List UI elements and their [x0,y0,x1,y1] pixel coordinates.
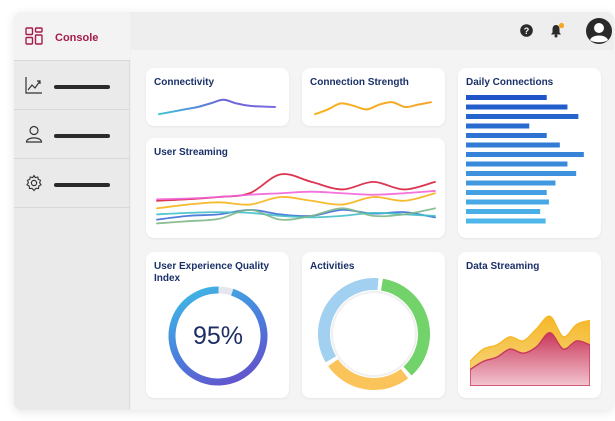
user-streaming-line-chart [156,173,436,225]
user-streaming-series-line [156,173,436,202]
daily-connections-bar [466,114,579,119]
sidebar-item-placeholder-bar [54,134,110,138]
dashboard-main: Connectivity Connection Strength Daily C… [131,50,614,410]
donut-inner-ring [331,291,417,377]
connectivity-series-line [158,98,276,116]
activities-donut-chart [318,278,430,390]
card-connectivity[interactable]: Connectivity [146,68,289,126]
card-title: User Experience Quality Index [154,261,270,284]
daily-connections-bar [466,161,568,167]
connection-strength-series-line [314,101,432,116]
card-title: Daily Connections [466,77,554,88]
daily-connections-bar [466,190,547,195]
daily-connections-bar [466,133,547,138]
card-title: Connectivity [154,77,215,88]
daily-connections-bar [466,180,556,186]
sidebar-item-settings[interactable] [14,159,130,208]
card-title: Data Streaming [466,261,540,272]
daily-connections-bar-chart [466,95,584,224]
card-data-streaming[interactable]: Data Streaming [458,252,601,398]
connection-strength-line-chart [314,101,432,116]
notification-bell-icon[interactable] [549,22,565,38]
daily-connections-bar [466,95,547,100]
connectivity-line-chart [158,98,276,116]
app-window: Console ? Connectivity Connection Streng… [14,12,614,410]
daily-connections-bar [466,171,577,176]
sidebar-item-placeholder-bar [54,85,110,89]
sidebar-item-console[interactable]: Console [14,12,130,61]
sidebar-item-analytics[interactable] [14,61,130,110]
sidebar-item-placeholder-bar [54,183,110,187]
daily-connections-bar [466,142,560,148]
dashboard-grid-icon [25,27,43,45]
daily-connections-bar [466,123,530,129]
activities-donut-slice [380,278,430,376]
top-bar: ? [131,12,614,50]
activities-donut-slice [328,359,409,390]
user-icon [25,125,43,143]
help-icon[interactable]: ? [520,24,533,37]
user-avatar-icon[interactable] [585,17,613,45]
card-activities[interactable]: Activities [302,252,445,398]
card-ux-quality[interactable]: User Experience Quality Index 95% [146,252,289,398]
trend-chart-icon [25,77,42,94]
card-connection-strength[interactable]: Connection Strength [302,68,445,126]
card-user-streaming[interactable]: User Streaming [146,138,445,238]
daily-connections-bar [466,152,584,157]
card-title: User Streaming [154,147,228,158]
gauge-value: 95% [192,322,244,350]
data-streaming-area-chart [470,315,590,386]
sidebar-item-users[interactable] [14,110,130,159]
activities-donut-slice [318,278,379,363]
svg-text:?: ? [524,26,530,36]
sidebar: Console [14,12,130,410]
card-title: Connection Strength [310,77,409,88]
daily-connections-bar [466,218,546,224]
daily-connections-bar [466,199,549,205]
card-daily-connections[interactable]: Daily Connections [458,68,601,238]
notification-dot [558,22,565,29]
user-streaming-series-line [156,192,436,210]
daily-connections-bar [466,209,541,214]
card-title: Activities [310,261,355,272]
daily-connections-bar [466,104,568,110]
gear-icon [26,174,42,192]
sidebar-item-label: Console [55,32,99,44]
